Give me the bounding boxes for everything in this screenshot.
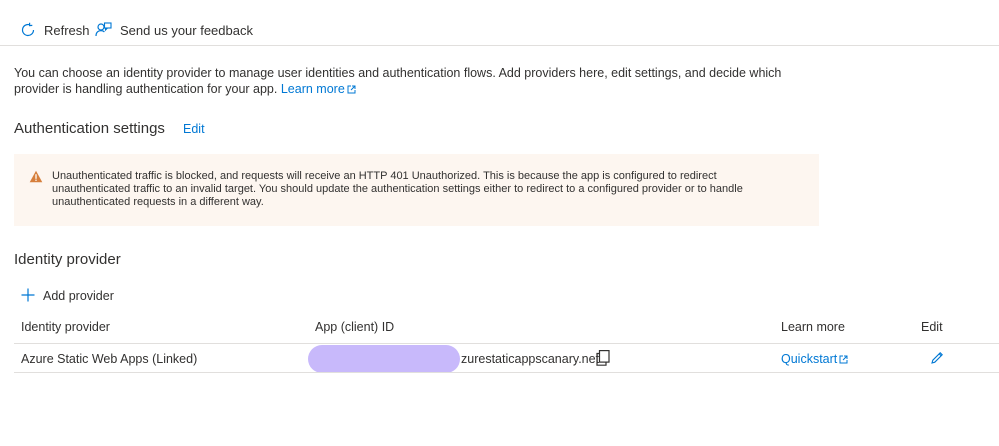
add-provider-label: Add provider <box>43 289 114 303</box>
column-header-identity-provider: Identity provider <box>21 320 110 334</box>
auth-settings-title: Authentication settings <box>14 120 165 137</box>
warning-banner: Unauthenticated traffic is blocked, and … <box>14 154 819 226</box>
external-link-icon <box>839 353 848 367</box>
copy-icon[interactable] <box>596 350 610 369</box>
external-link-icon <box>347 82 356 98</box>
learn-more-link[interactable]: Learn more <box>281 82 356 96</box>
warning-icon <box>29 170 43 187</box>
feedback-button[interactable]: Send us your feedback <box>95 19 253 41</box>
quickstart-link[interactable]: Quickstart <box>781 352 848 367</box>
column-header-client-id: App (client) ID <box>315 320 395 334</box>
learn-more-label: Learn more <box>280 82 345 96</box>
feedback-icon <box>95 21 112 39</box>
client-id-cell: zurestaticappscanary.net <box>461 352 600 366</box>
refresh-button[interactable]: Refresh <box>20 19 90 41</box>
plus-icon <box>21 288 35 305</box>
identity-provider-title: Identity provider <box>14 251 121 268</box>
add-provider-button[interactable]: Add provider <box>21 287 114 305</box>
column-header-learn-more: Learn more <box>781 320 845 334</box>
intro-paragraph: You can choose an identity provider to m… <box>14 65 814 98</box>
refresh-icon <box>20 22 36 38</box>
header-divider <box>14 343 999 344</box>
warning-text: Unauthenticated traffic is blocked, and … <box>52 170 743 208</box>
provider-name-cell: Azure Static Web Apps (Linked) <box>21 352 198 366</box>
row-divider <box>14 372 999 373</box>
command-bar: Refresh Send us your feedback <box>0 0 999 46</box>
auth-settings-edit-link[interactable]: Edit <box>183 122 205 136</box>
feedback-label: Send us your feedback <box>120 22 253 38</box>
column-header-edit: Edit <box>921 320 943 334</box>
refresh-label: Refresh <box>44 22 90 38</box>
quickstart-label: Quickstart <box>781 352 838 366</box>
pencil-icon[interactable] <box>930 351 944 368</box>
redacted-client-id <box>308 345 460 373</box>
intro-text: You can choose an identity provider to m… <box>14 66 782 96</box>
